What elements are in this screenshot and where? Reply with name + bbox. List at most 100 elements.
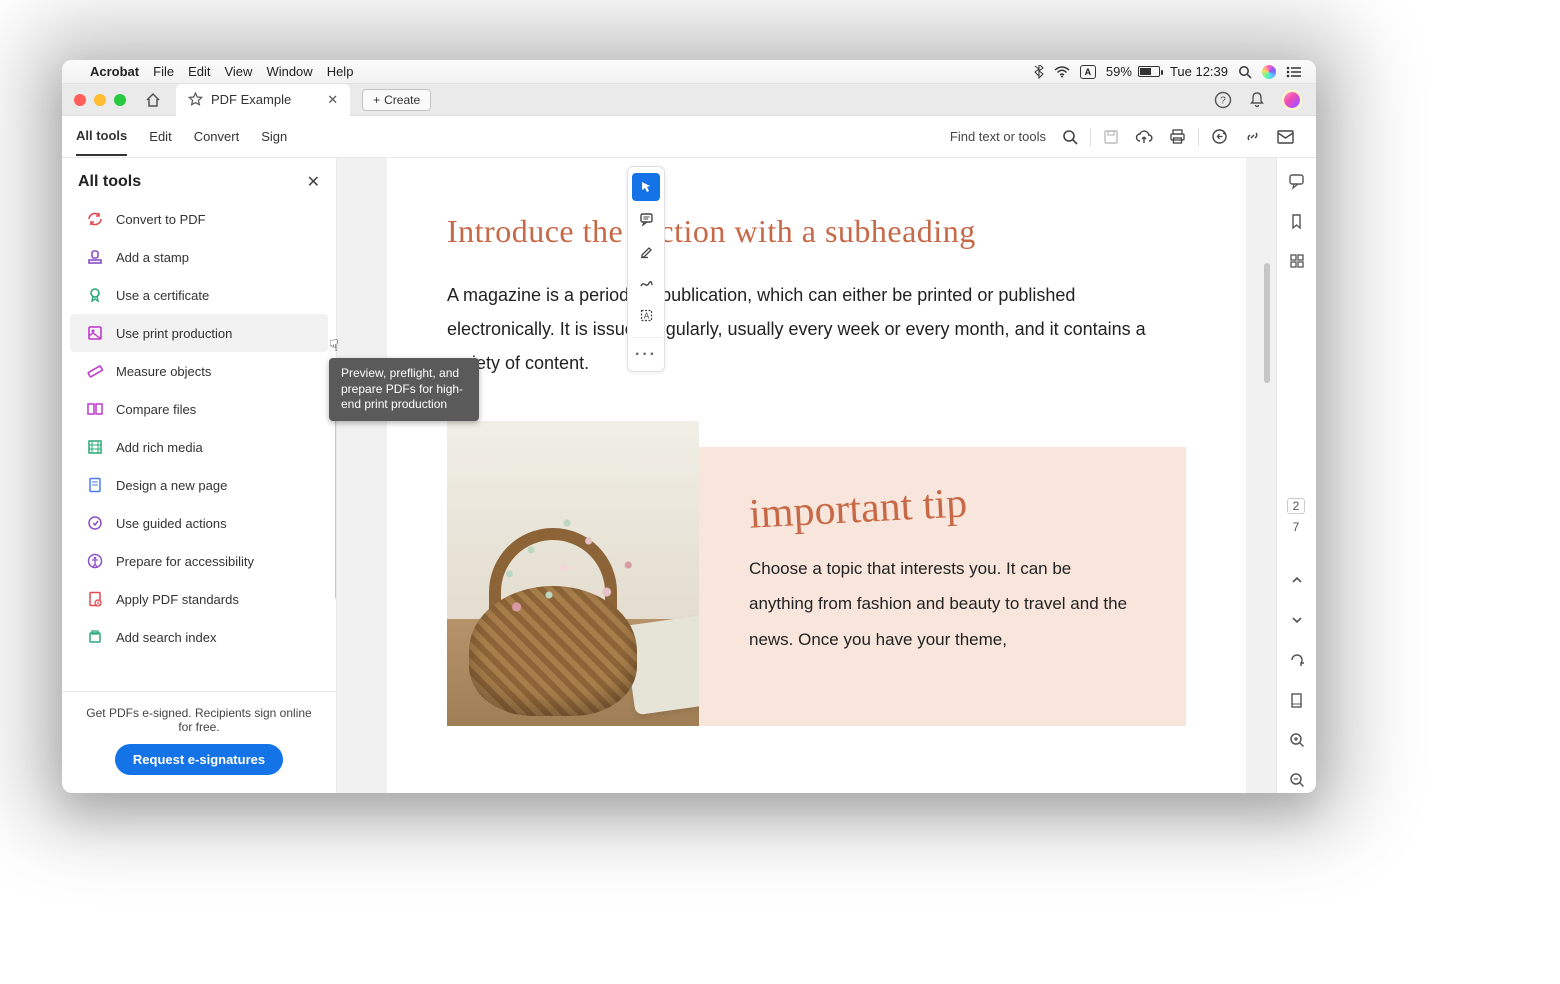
- more-tools-button[interactable]: ···: [628, 337, 664, 365]
- tip-label: important tip: [748, 479, 968, 538]
- page-up-button[interactable]: [1284, 567, 1310, 593]
- sidebar-item-label: Compare files: [116, 402, 196, 417]
- sidebar-item-print-production[interactable]: Use print production: [70, 314, 328, 352]
- tab-title: PDF Example: [211, 92, 291, 107]
- keyboard-indicator[interactable]: A: [1080, 65, 1096, 79]
- guided-icon: [86, 514, 104, 532]
- ruler-icon: [86, 362, 104, 380]
- plus-icon: +: [373, 93, 380, 107]
- thumbnails-panel-button[interactable]: [1284, 248, 1310, 274]
- selection-tool-button[interactable]: [632, 173, 660, 201]
- svg-text:?: ?: [1220, 95, 1226, 106]
- stamp-icon: [86, 248, 104, 266]
- window-zoom-button[interactable]: [114, 94, 126, 106]
- nav-convert[interactable]: Convert: [194, 118, 240, 155]
- notification-center-icon[interactable]: [1286, 66, 1302, 78]
- sidebar-item-convert-to-pdf[interactable]: Convert to PDF: [62, 200, 336, 238]
- sidebar-item-guided-actions[interactable]: Use guided actions: [62, 504, 336, 542]
- control-center-icon[interactable]: [1262, 65, 1276, 79]
- star-icon[interactable]: [188, 92, 203, 107]
- esign-promo-text: Get PDFs e-signed. Recipients sign onlin…: [80, 706, 318, 734]
- sidebar-footer: Get PDFs e-signed. Recipients sign onlin…: [62, 691, 336, 793]
- top-nav: All tools Edit Convert Sign Find text or…: [62, 116, 1316, 158]
- page-display-button[interactable]: [1284, 687, 1310, 713]
- sidebar-item-label: Use a certificate: [116, 288, 209, 303]
- tip-box: important tip Choose a topic that intere…: [699, 447, 1186, 726]
- spotlight-icon[interactable]: [1238, 65, 1252, 79]
- mail-icon[interactable]: [1277, 130, 1294, 144]
- tab-close-button[interactable]: ✕: [327, 92, 338, 108]
- document-viewport[interactable]: A ··· Introduce the section with a subhe…: [337, 158, 1276, 793]
- menu-edit[interactable]: Edit: [188, 64, 210, 79]
- sidebar-item-label: Use guided actions: [116, 516, 227, 531]
- nav-sign[interactable]: Sign: [261, 118, 287, 155]
- svg-text:A: A: [643, 311, 649, 320]
- print-production-icon: [86, 324, 104, 342]
- sidebar-item-pdf-standards[interactable]: AApply PDF standards: [62, 580, 336, 618]
- zoom-in-button[interactable]: [1284, 727, 1310, 753]
- bell-icon[interactable]: [1248, 91, 1266, 109]
- bluetooth-icon[interactable]: [1034, 65, 1044, 79]
- comment-tool-button[interactable]: [632, 205, 660, 233]
- sidebar-scrollbar[interactable]: [335, 410, 336, 600]
- page-indicator: 2 7: [1287, 498, 1305, 540]
- comments-panel-button[interactable]: [1284, 168, 1310, 194]
- nav-edit[interactable]: Edit: [149, 118, 171, 155]
- profile-avatar[interactable]: [1282, 90, 1302, 110]
- sidebar-item-search-index[interactable]: Add search index: [62, 618, 336, 656]
- sidebar-item-add-stamp[interactable]: Add a stamp: [62, 238, 336, 276]
- sidebar-item-label: Add a stamp: [116, 250, 189, 265]
- zoom-out-button[interactable]: [1284, 767, 1310, 793]
- wifi-icon[interactable]: [1054, 66, 1070, 78]
- home-button[interactable]: [144, 91, 162, 109]
- sidebar-item-design-page[interactable]: Design a new page: [62, 466, 336, 504]
- sidebar-item-accessibility[interactable]: Prepare for accessibility: [62, 542, 336, 580]
- separator: [1198, 128, 1199, 146]
- document-tab[interactable]: PDF Example ✕: [176, 84, 350, 116]
- sidebar-item-rich-media[interactable]: Add rich media: [62, 428, 336, 466]
- bookmarks-panel-button[interactable]: [1284, 208, 1310, 234]
- window-close-button[interactable]: [74, 94, 86, 106]
- menu-file[interactable]: File: [153, 64, 174, 79]
- menu-view[interactable]: View: [224, 64, 252, 79]
- sidebar-item-label: Measure objects: [116, 364, 211, 379]
- save-icon: [1103, 129, 1119, 145]
- media-icon: [86, 438, 104, 456]
- sidebar-item-compare[interactable]: Compare files: [62, 390, 336, 428]
- help-icon[interactable]: ?: [1214, 91, 1232, 109]
- sidebar: All tools ✕ Convert to PDF Add a stamp U…: [62, 158, 337, 793]
- link-icon[interactable]: [1244, 128, 1261, 145]
- search-icon[interactable]: [1062, 129, 1078, 145]
- document-scrollbar[interactable]: [1264, 158, 1270, 793]
- search-label: Find text or tools: [950, 129, 1046, 144]
- sidebar-item-measure[interactable]: Measure objects: [62, 352, 336, 390]
- certificate-icon: [86, 286, 104, 304]
- tooltip: Preview, preflight, and prepare PDFs for…: [329, 358, 479, 421]
- sidebar-item-use-certificate[interactable]: Use a certificate: [62, 276, 336, 314]
- cloud-upload-icon[interactable]: [1135, 129, 1153, 145]
- quick-tools: A ···: [627, 166, 665, 372]
- sidebar-item-label: Use print production: [116, 326, 232, 341]
- menubar-app-name[interactable]: Acrobat: [90, 64, 139, 79]
- nav-all-tools[interactable]: All tools: [76, 117, 127, 156]
- menu-help[interactable]: Help: [327, 64, 354, 79]
- window-controls: [62, 94, 126, 106]
- text-tool-button[interactable]: A: [632, 301, 660, 329]
- highlight-tool-button[interactable]: [632, 237, 660, 265]
- page-down-button[interactable]: [1284, 607, 1310, 633]
- tip-text: Choose a topic that interests you. It ca…: [749, 551, 1136, 658]
- tip-block: important tip Choose a topic that intere…: [447, 421, 1186, 726]
- page-current[interactable]: 2: [1287, 498, 1305, 514]
- menu-window[interactable]: Window: [266, 64, 312, 79]
- battery-icon[interactable]: [1138, 66, 1160, 77]
- draw-tool-button[interactable]: [632, 269, 660, 297]
- menubar-clock[interactable]: Tue 12:39: [1170, 64, 1228, 79]
- window-minimize-button[interactable]: [94, 94, 106, 106]
- pointer-cursor-icon: ☟: [329, 336, 339, 356]
- sidebar-close-button[interactable]: ✕: [307, 172, 320, 192]
- rotate-button[interactable]: [1284, 647, 1310, 673]
- print-icon[interactable]: [1169, 129, 1186, 145]
- share-icon[interactable]: [1211, 128, 1228, 145]
- request-esignatures-button[interactable]: Request e-signatures: [115, 744, 283, 775]
- create-button[interactable]: + Create: [362, 89, 431, 111]
